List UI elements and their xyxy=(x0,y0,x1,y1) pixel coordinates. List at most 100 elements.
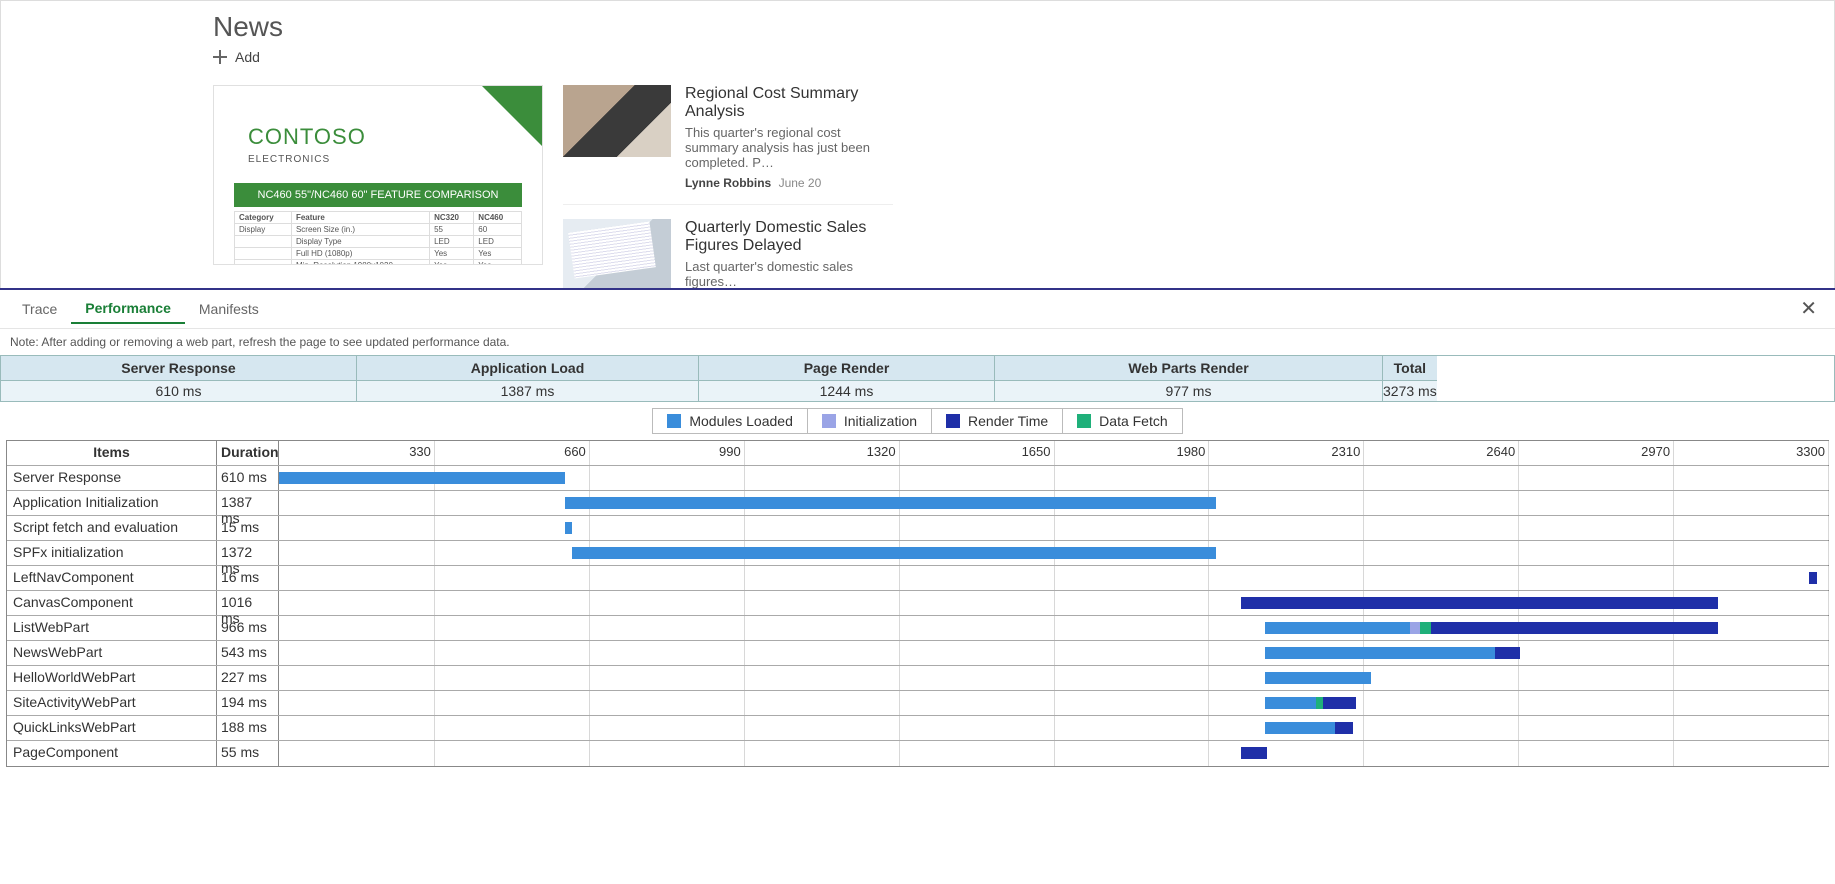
perf-summary-table: Server Response610 ms Application Load13… xyxy=(0,355,1835,402)
legend-swatch-icon xyxy=(946,414,960,428)
gantt-bar xyxy=(1431,622,1718,634)
news-add-button[interactable]: Add xyxy=(213,49,1834,65)
tab-manifests[interactable]: Manifests xyxy=(185,295,273,323)
legend-swatch-icon xyxy=(822,414,836,428)
news-item-meta: Lynne Robbins June 20 xyxy=(685,176,893,190)
gantt-bar xyxy=(572,547,1216,559)
gantt-row-bars xyxy=(279,741,1828,766)
legend-swatch-icon xyxy=(1077,414,1091,428)
gantt-row-bars xyxy=(279,516,1828,540)
news-add-label: Add xyxy=(235,49,260,65)
summary-value: 1387 ms xyxy=(357,381,698,401)
gantt-row-name: SPFx initialization xyxy=(7,541,217,565)
legend-item: Modules Loaded xyxy=(653,409,808,433)
gantt-row-duration: 966 ms xyxy=(217,616,279,640)
gantt-row-duration: 1387 ms xyxy=(217,491,279,515)
gantt-row: Application Initialization1387 ms xyxy=(7,491,1828,516)
legend-swatch-icon xyxy=(667,414,681,428)
gantt-row-name: QuickLinksWebPart xyxy=(7,716,217,740)
gantt-row-bars xyxy=(279,541,1828,565)
gantt-bar xyxy=(1809,572,1817,584)
gantt-row-bars xyxy=(279,691,1828,715)
news-item-desc: Last quarter's domestic sales figures… xyxy=(685,259,893,288)
card-compare-bar: NC460 55"/NC460 60" FEATURE COMPARISON xyxy=(234,183,522,207)
gantt-row-name: Script fetch and evaluation xyxy=(7,516,217,540)
gantt-bar xyxy=(1495,647,1520,659)
summary-header: Application Load xyxy=(357,356,698,381)
gantt-row: CanvasComponent1016 ms xyxy=(7,591,1828,616)
news-item[interactable]: Quarterly Domestic Sales Figures Delayed… xyxy=(563,219,893,288)
gantt-bar xyxy=(279,472,565,484)
gantt-row-bars xyxy=(279,591,1828,615)
gantt-bar xyxy=(1265,722,1335,734)
news-heading: News xyxy=(213,11,1834,43)
summary-value: 977 ms xyxy=(995,381,1382,401)
legend-item: Initialization xyxy=(808,409,932,433)
gantt-axis: 3306609901320165019802310264029703300 xyxy=(279,441,1828,465)
gantt-row-name: CanvasComponent xyxy=(7,591,217,615)
close-button[interactable]: ✕ xyxy=(1790,298,1827,320)
gantt-row-name: LeftNavComponent xyxy=(7,566,217,590)
gantt-row-bars xyxy=(279,716,1828,740)
gantt-row-name: SiteActivityWebPart xyxy=(7,691,217,715)
gantt-row-bars xyxy=(279,566,1828,590)
plus-icon xyxy=(213,50,227,64)
gantt-row-duration: 55 ms xyxy=(217,741,279,766)
gantt-row-bars xyxy=(279,641,1828,665)
news-thumbnail xyxy=(563,219,671,288)
gantt-bar xyxy=(1241,747,1267,759)
news-card-featured[interactable]: CONTOSO ELECTRONICS NC460 55"/NC460 60" … xyxy=(213,85,543,265)
gantt-bar xyxy=(1316,697,1323,709)
news-item-title: Quarterly Domestic Sales Figures Delayed xyxy=(685,219,893,255)
gantt-bar xyxy=(1420,622,1432,634)
gantt-row-name: Server Response xyxy=(7,466,217,490)
gantt-row-name: HelloWorldWebPart xyxy=(7,666,217,690)
gantt-row: NewsWebPart543 ms xyxy=(7,641,1828,666)
gantt-row-duration: 1016 ms xyxy=(217,591,279,615)
gantt-row: SPFx initialization1372 ms xyxy=(7,541,1828,566)
gantt-row: SiteActivityWebPart194 ms xyxy=(7,691,1828,716)
gantt-bar xyxy=(1265,697,1317,709)
gantt-bar xyxy=(1241,597,1718,609)
card-corner-accent xyxy=(482,86,542,146)
chart-legend: Modules Loaded Initialization Render Tim… xyxy=(0,408,1835,434)
gantt-row-duration: 227 ms xyxy=(217,666,279,690)
gantt-row: PageComponent55 ms xyxy=(7,741,1828,766)
summary-header: Page Render xyxy=(699,356,994,381)
tab-performance[interactable]: Performance xyxy=(71,294,185,324)
summary-value: 610 ms xyxy=(1,381,356,401)
gantt-row: ListWebPart966 ms xyxy=(7,616,1828,641)
legend-item: Data Fetch xyxy=(1063,409,1181,433)
summary-header: Web Parts Render xyxy=(995,356,1382,381)
gantt-row-bars xyxy=(279,466,1828,490)
card-subbrand: ELECTRONICS xyxy=(248,154,542,165)
news-item-title: Regional Cost Summary Analysis xyxy=(685,85,893,121)
summary-header: Server Response xyxy=(1,356,356,381)
gantt-row: QuickLinksWebPart188 ms xyxy=(7,716,1828,741)
gantt-bar xyxy=(1335,722,1353,734)
tab-trace[interactable]: Trace xyxy=(8,295,71,323)
news-section: News Add CONTOSO ELECTRONICS NC460 55"/N… xyxy=(0,0,1835,288)
card-compare-table: Category Feature NC320 NC460 DisplayScre… xyxy=(234,211,522,265)
gantt-header-duration: Duration xyxy=(217,441,279,465)
gantt-row-name: PageComponent xyxy=(7,741,217,766)
summary-header: Total xyxy=(1383,356,1437,381)
gantt-row-duration: 16 ms xyxy=(217,566,279,590)
gantt-row: LeftNavComponent16 ms xyxy=(7,566,1828,591)
gantt-row: Server Response610 ms xyxy=(7,466,1828,491)
news-item-desc: This quarter's regional cost summary ana… xyxy=(685,125,893,170)
gantt-row-duration: 194 ms xyxy=(217,691,279,715)
close-icon: ✕ xyxy=(1800,298,1817,320)
news-thumbnail xyxy=(563,85,671,157)
gantt-bar xyxy=(565,497,1216,509)
gantt-row-bars xyxy=(279,666,1828,690)
gantt-row-name: NewsWebPart xyxy=(7,641,217,665)
gantt-header-items: Items xyxy=(7,441,217,465)
gantt-bar xyxy=(565,522,572,534)
legend-item: Render Time xyxy=(932,409,1063,433)
gantt-row: Script fetch and evaluation15 ms xyxy=(7,516,1828,541)
news-item[interactable]: Regional Cost Summary Analysis This quar… xyxy=(563,85,893,205)
gantt-row-duration: 15 ms xyxy=(217,516,279,540)
gantt-bar xyxy=(1265,622,1411,634)
gantt-bar xyxy=(1265,672,1372,684)
